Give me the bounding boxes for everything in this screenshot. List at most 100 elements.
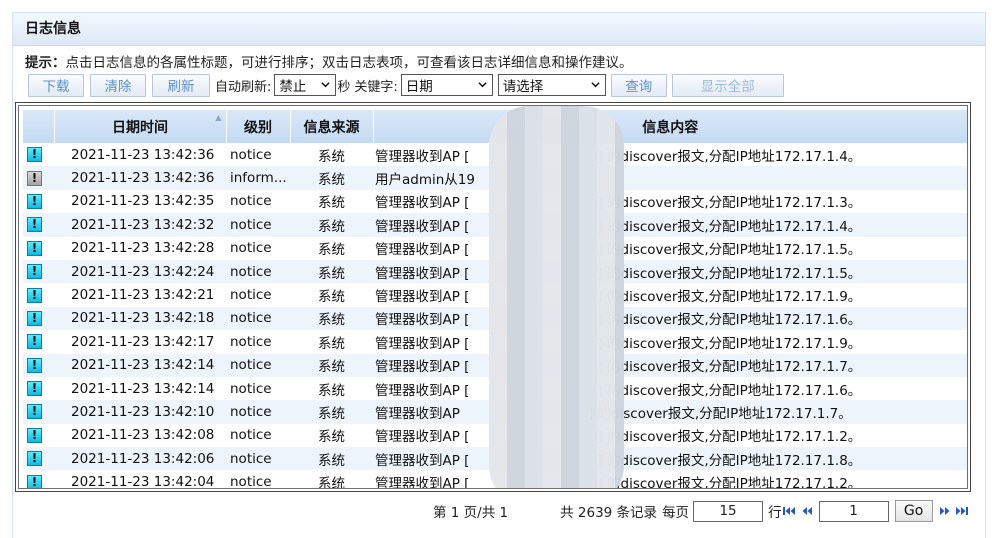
first-page-icon[interactable] xyxy=(782,505,796,517)
row-date: 2021-11-23 13:42:21 xyxy=(54,283,226,307)
refresh-button[interactable]: 刷新 xyxy=(152,73,210,97)
row-source: 系统 xyxy=(290,470,373,488)
row-level: notice xyxy=(226,353,290,377)
log-table: 日期时间 ▲ 级别 信息来源 信息内容 ! 2021-11-23 13:42:36 n… xyxy=(23,110,967,489)
row-level-icon-cell: ! xyxy=(23,447,54,471)
row-source: 系统 xyxy=(290,400,373,424)
row-date: 2021-11-23 13:42:14 xyxy=(54,353,226,377)
keyword-value: 请选择 xyxy=(502,79,544,95)
row-date: 2021-11-23 13:42:35 xyxy=(54,189,226,214)
notice-icon: ! xyxy=(27,357,42,373)
table-row[interactable]: ! 2021-11-23 13:42:21 notice 系统 管理器收到AP [] 的… xyxy=(23,283,967,307)
row-source: 系统 xyxy=(290,423,373,448)
download-button[interactable]: 下载 xyxy=(28,73,84,97)
row-message-suffix: ] 的discover报文,分配IP地址172.17.1.7。 xyxy=(597,359,862,376)
last-page-icon[interactable] xyxy=(955,505,969,517)
clear-button[interactable]: 清除 xyxy=(90,73,146,97)
row-source: 系统 xyxy=(290,306,373,331)
row-source: 系统 xyxy=(290,353,373,377)
row-message: 管理器收到AP [] 的discover报文,分配IP地址172.17.1.9。 xyxy=(373,283,967,307)
query-button[interactable]: 查询 xyxy=(610,73,667,97)
row-level-icon-cell: ! xyxy=(23,353,54,377)
per-page-input[interactable]: 15 xyxy=(693,500,764,522)
row-level-icon-cell: ! xyxy=(23,306,54,331)
table-row[interactable]: ! 2021-11-23 13:42:10 notice 系统 管理器收到AP] 的di… xyxy=(23,400,967,424)
notice-icon: ! xyxy=(27,217,42,233)
chevron-down-icon xyxy=(478,82,487,88)
row-level-icon-cell: ! xyxy=(23,213,54,237)
row-message: 用户admin从19 xyxy=(373,166,967,190)
column-header-icon xyxy=(23,110,55,143)
table-row[interactable]: ! 2021-11-23 13:42:28 notice 系统 管理器收到AP [] 的… xyxy=(23,236,967,260)
row-message: 管理器收到AP [] 的discover报文,分配IP地址172.17.1.8。 xyxy=(373,447,967,471)
page-number-input[interactable]: 1 xyxy=(818,500,889,522)
row-message-prefix: 管理器收到AP [ xyxy=(375,476,470,489)
row-level: notice xyxy=(226,259,290,284)
keyword-field-value: 日期 xyxy=(405,79,433,95)
notice-icon: ! xyxy=(27,287,42,303)
notice-icon: ! xyxy=(27,381,42,397)
keyword-value-select[interactable]: 请选择 xyxy=(497,74,606,96)
table-row[interactable]: ! 2021-11-23 13:42:36 inform... 系统 用户admin从1… xyxy=(23,166,967,190)
auto-refresh-select[interactable]: 禁止 xyxy=(274,74,337,96)
row-message-suffix: ] 的discover报文,分配IP地址172.17.1.4。 xyxy=(597,148,862,165)
chevron-down-icon xyxy=(591,82,600,88)
table-row[interactable]: ! 2021-11-23 13:42:18 notice 系统 管理器收到AP [] 的… xyxy=(23,306,967,331)
prev-page-icon[interactable] xyxy=(801,505,813,517)
row-message: 管理器收到AP [] 的discover报文,分配IP地址172.17.1.9。 xyxy=(373,330,967,354)
notice-icon: ! xyxy=(27,427,42,443)
notice-icon: ! xyxy=(27,310,42,326)
go-button[interactable]: Go xyxy=(894,500,933,522)
row-date: 2021-11-23 13:42:32 xyxy=(54,213,226,237)
total-records: 共 2639 条记录 xyxy=(560,505,658,521)
pagination: 第 1 页/共 1 共 2639 条记录 每页 15 行 1 Go xyxy=(433,499,969,523)
table-row[interactable]: ! 2021-11-23 13:42:17 notice 系统 管理器收到AP [] 的… xyxy=(23,330,967,354)
row-level-icon-cell: ! xyxy=(23,423,54,448)
row-source: 系统 xyxy=(290,236,373,260)
row-date: 2021-11-23 13:42:18 xyxy=(54,306,226,331)
auto-refresh-label: 自动刷新: xyxy=(215,79,272,95)
row-level: inform... xyxy=(226,166,290,190)
row-message-suffix: ] 的discover报文,分配IP地址172.17.1.2。 xyxy=(597,429,862,446)
row-level-icon-cell: ! xyxy=(23,189,54,214)
table-row[interactable]: ! 2021-11-23 13:42:08 notice 系统 管理器收到AP [] 的… xyxy=(23,423,967,448)
column-header-source[interactable]: 信息来源 xyxy=(290,110,374,143)
column-header-date[interactable]: 日期时间 ▲ xyxy=(54,110,227,143)
table-row[interactable]: ! 2021-11-23 13:42:32 notice 系统 管理器收到AP [] 的… xyxy=(23,213,967,237)
table-row[interactable]: ! 2021-11-23 13:42:14 notice 系统 管理器收到AP [] 的… xyxy=(23,353,967,377)
table-row[interactable]: ! 2021-11-23 13:42:24 notice 系统 管理器收到AP [] 的… xyxy=(23,259,967,284)
notice-icon: ! xyxy=(27,334,42,350)
log-table-scroll[interactable]: 日期时间 ▲ 级别 信息来源 信息内容 ! 2021-11-23 13:42:36 n… xyxy=(18,105,968,489)
next-page-icon[interactable] xyxy=(939,505,951,517)
row-message-prefix: 管理器收到AP [ xyxy=(375,242,470,259)
show-all-button[interactable]: 显示全部 xyxy=(671,73,784,97)
row-level-icon-cell: ! xyxy=(23,166,54,190)
row-date: 2021-11-23 13:42:04 xyxy=(54,470,226,488)
column-header-level[interactable]: 级别 xyxy=(226,110,291,143)
per-page-label: 每页 xyxy=(662,505,690,521)
table-row[interactable]: ! 2021-11-23 13:42:36 notice 系统 管理器收到AP [] 的… xyxy=(23,143,967,167)
column-header-message[interactable]: 信息内容 xyxy=(373,110,967,143)
row-level-icon-cell: ! xyxy=(23,143,54,167)
row-date: 2021-11-23 13:42:28 xyxy=(54,236,226,260)
row-level: notice xyxy=(226,330,290,354)
table-row[interactable]: ! 2021-11-23 13:42:06 notice 系统 管理器收到AP [] 的… xyxy=(23,447,967,471)
table-row[interactable]: ! 2021-11-23 13:42:04 notice 系统 管理器收到AP [] 的… xyxy=(23,470,967,489)
row-message: 管理器收到AP [] 的discover报文,分配IP地址172.17.1.7。 xyxy=(373,353,967,377)
row-level: notice xyxy=(226,306,290,331)
row-message-suffix: ] 的discover报文,分配IP地址172.17.1.9。 xyxy=(597,335,862,352)
row-message: 管理器收到AP [] 的discover报文,分配IP地址172.17.1.5。 xyxy=(373,236,967,260)
table-row[interactable]: ! 2021-11-23 13:42:14 notice 系统 管理器收到AP [] 的… xyxy=(23,376,967,401)
notice-icon: ! xyxy=(27,404,42,420)
row-date: 2021-11-23 13:42:06 xyxy=(54,447,226,471)
row-source: 系统 xyxy=(290,166,373,190)
toolbar: 下载 清除 刷新 自动刷新: 禁止 秒 关键字: 日期 请选择 查询 显示全部 xyxy=(28,73,784,97)
table-row[interactable]: ! 2021-11-23 13:42:35 notice 系统 管理器收到AP [] 的… xyxy=(23,189,967,214)
row-level: notice xyxy=(226,470,290,488)
row-message-prefix: 用户admin从19 xyxy=(375,172,475,189)
row-message: 管理器收到AP [] 的discover报文,分配IP地址172.17.1.2。 xyxy=(373,423,967,448)
row-level-icon-cell: ! xyxy=(23,330,54,354)
row-message: 管理器收到AP [] 的discover报文,分配IP地址172.17.1.3。 xyxy=(373,189,967,214)
keyword-field-select[interactable]: 日期 xyxy=(400,74,493,96)
row-message-suffix: ] 的discover报文,分配IP地址172.17.1.4。 xyxy=(597,218,862,235)
